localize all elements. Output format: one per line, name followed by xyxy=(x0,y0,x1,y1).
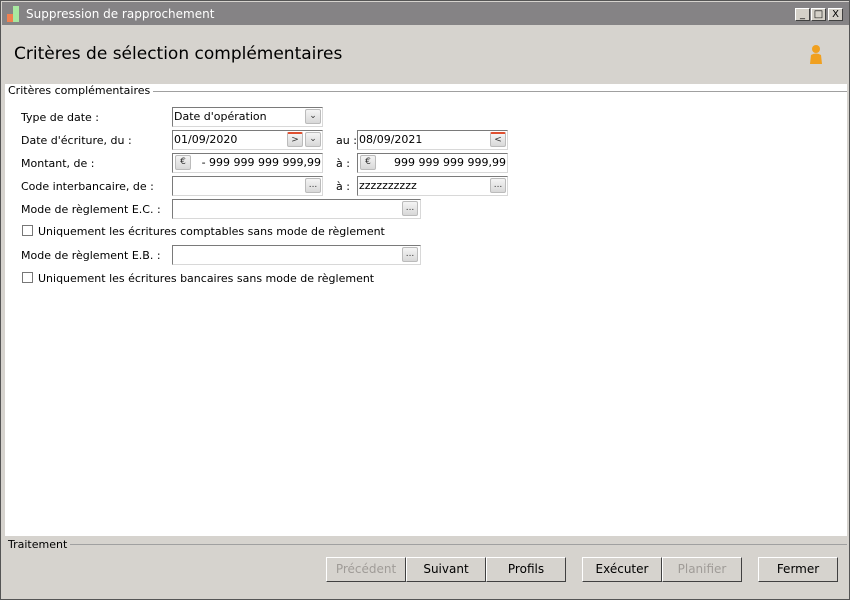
date-to-input[interactable]: 08/09/2021 xyxy=(357,130,508,150)
mode-eb-input[interactable] xyxy=(172,245,421,265)
mode-eb-label: Mode de règlement E.B. : xyxy=(21,249,161,262)
montant-from-value: - 999 999 999 999,99 xyxy=(201,156,321,169)
montant-to-label: à : xyxy=(336,157,350,170)
section-title: Critères complémentaires xyxy=(8,84,154,97)
maximize-button[interactable]: □ xyxy=(811,8,826,21)
check-ec-checkbox[interactable] xyxy=(22,225,33,236)
chevron-down-icon[interactable]: ⌄ xyxy=(305,109,321,124)
code-from-input[interactable] xyxy=(172,176,323,196)
chevron-down-icon[interactable]: ⌄ xyxy=(305,132,321,147)
type-date-value: Date d'opération xyxy=(174,110,267,123)
traitement-label: Traitement xyxy=(8,538,71,551)
minimize-button[interactable]: _ xyxy=(795,8,810,21)
user-icon[interactable] xyxy=(808,44,824,66)
check-eb-label[interactable]: Uniquement les écritures bancaires sans … xyxy=(38,272,374,285)
suivant-button[interactable]: Suivant xyxy=(406,557,486,582)
executer-button[interactable]: Exécuter xyxy=(582,557,662,582)
mode-ec-label: Mode de règlement E.C. : xyxy=(21,203,161,216)
close-button[interactable]: X xyxy=(828,8,843,21)
check-ec-label[interactable]: Uniquement les écritures comptables sans… xyxy=(38,225,385,238)
montant-from-input[interactable]: - 999 999 999 999,99 xyxy=(172,153,323,173)
date-ecriture-label: Date d'écriture, du : xyxy=(21,134,132,147)
montant-label: Montant, de : xyxy=(21,157,95,170)
montant-to-value: 999 999 999 999,99 xyxy=(394,156,506,169)
precedent-button[interactable]: Précédent xyxy=(326,557,406,582)
mode-ec-input[interactable] xyxy=(172,199,421,219)
code-label: Code interbancaire, de : xyxy=(21,180,154,193)
planifier-button[interactable]: Planifier xyxy=(662,557,742,582)
type-date-label: Type de date : xyxy=(21,111,100,124)
app-logo-icon xyxy=(7,6,19,22)
type-date-select[interactable]: Date d'opération xyxy=(172,107,323,127)
ellipsis-icon[interactable]: ... xyxy=(490,178,506,193)
window: Suppression de rapprochement _ □ X Critè… xyxy=(0,0,850,600)
title-bar: Suppression de rapprochement _ □ X xyxy=(2,2,849,25)
ellipsis-icon[interactable]: ... xyxy=(402,247,418,262)
window-title: Suppression de rapprochement xyxy=(26,7,215,21)
calendar-next-icon[interactable]: > xyxy=(287,132,303,147)
profils-button[interactable]: Profils xyxy=(486,557,566,582)
page-title: Critères de sélection complémentaires xyxy=(14,44,343,64)
check-eb-checkbox[interactable] xyxy=(22,272,33,283)
montant-to-input[interactable]: 999 999 999 999,99 xyxy=(357,153,508,173)
ellipsis-icon[interactable]: ... xyxy=(305,178,321,193)
date-to-value: 08/09/2021 xyxy=(359,133,423,146)
calendar-prev-icon[interactable]: < xyxy=(490,132,506,147)
criteria-panel xyxy=(5,84,847,536)
fermer-button[interactable]: Fermer xyxy=(758,557,838,582)
code-to-input[interactable]: zzzzzzzzzz xyxy=(357,176,508,196)
euro-icon[interactable]: € xyxy=(175,155,191,170)
euro-icon[interactable]: € xyxy=(360,155,376,170)
code-to-label: à : xyxy=(336,180,350,193)
date-from-value: 01/09/2020 xyxy=(174,133,238,146)
ellipsis-icon[interactable]: ... xyxy=(402,201,418,216)
date-to-label: au : xyxy=(336,134,357,147)
code-to-value: zzzzzzzzzz xyxy=(359,179,417,192)
